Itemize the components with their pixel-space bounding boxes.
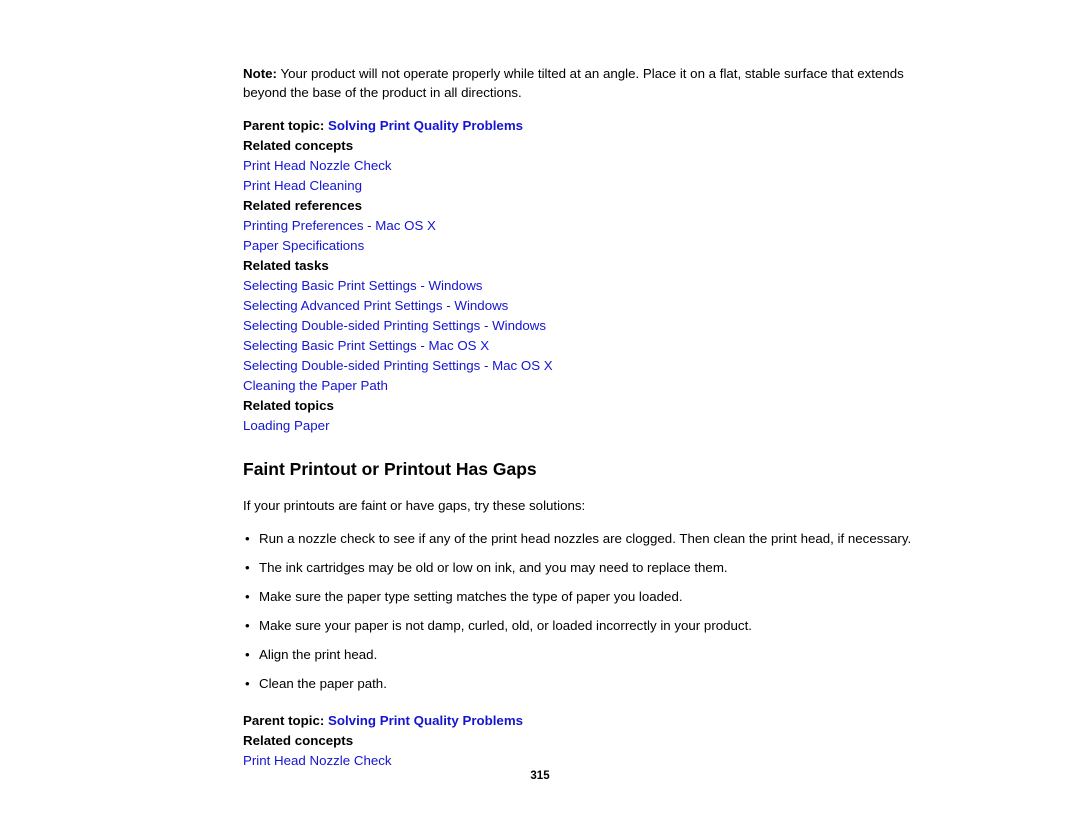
parent-topic-label: Parent topic: [243, 713, 325, 728]
link-cleaning-the-paper-path[interactable]: Cleaning the Paper Path [243, 376, 933, 396]
parent-topic-2: Parent topic: Solving Print Quality Prob… [243, 711, 933, 731]
link-print-head-cleaning[interactable]: Print Head Cleaning [243, 176, 933, 196]
link-printing-preferences-mac-os-x[interactable]: Printing Preferences - Mac OS X [243, 216, 933, 236]
link-selecting-double-sided-printing-settings-windows[interactable]: Selecting Double-sided Printing Settings… [243, 316, 933, 336]
list-item: Run a nozzle check to see if any of the … [243, 529, 933, 548]
solutions-list: Run a nozzle check to see if any of the … [243, 529, 933, 693]
link-selecting-double-sided-printing-settings-mac-os-x[interactable]: Selecting Double-sided Printing Settings… [243, 356, 933, 376]
document-page: Note: Your product will not operate prop… [0, 0, 1080, 834]
list-item: Make sure your paper is not damp, curled… [243, 616, 933, 635]
note-paragraph: Note: Your product will not operate prop… [243, 64, 933, 102]
related-concepts-heading-1: Related concepts [243, 138, 354, 153]
link-print-head-nozzle-check[interactable]: Print Head Nozzle Check [243, 751, 933, 771]
list-item: Make sure the paper type setting matches… [243, 587, 933, 606]
parent-topic-link-solving-print-quality-problems[interactable]: Solving Print Quality Problems [328, 118, 523, 133]
parent-topic-1: Parent topic: Solving Print Quality Prob… [243, 116, 933, 136]
related-topics-heading: Related topics [243, 398, 334, 413]
related-concepts-heading-2: Related concepts [243, 733, 354, 748]
page-content: Note: Your product will not operate prop… [243, 64, 933, 771]
list-item: Clean the paper path. [243, 674, 933, 693]
section-heading-faint-printout: Faint Printout or Printout Has Gaps [243, 459, 537, 479]
link-selecting-advanced-print-settings-windows[interactable]: Selecting Advanced Print Settings - Wind… [243, 296, 933, 316]
parent-topic-label: Parent topic: [243, 118, 325, 133]
related-references-heading: Related references [243, 198, 362, 213]
list-item: The ink cartridges may be old or low on … [243, 558, 933, 577]
link-paper-specifications[interactable]: Paper Specifications [243, 236, 933, 256]
section-intro-paragraph: If your printouts are faint or have gaps… [243, 498, 586, 513]
page-number: 315 [530, 770, 550, 782]
link-selecting-basic-print-settings-windows[interactable]: Selecting Basic Print Settings - Windows [243, 276, 933, 296]
note-label: Note: [243, 66, 277, 81]
link-print-head-nozzle-check[interactable]: Print Head Nozzle Check [243, 156, 933, 176]
list-item: Align the print head. [243, 645, 933, 664]
parent-topic-link-solving-print-quality-problems[interactable]: Solving Print Quality Problems [328, 713, 523, 728]
related-tasks-heading: Related tasks [243, 258, 329, 273]
link-loading-paper[interactable]: Loading Paper [243, 416, 933, 436]
link-selecting-basic-print-settings-mac-os-x[interactable]: Selecting Basic Print Settings - Mac OS … [243, 336, 933, 356]
note-text: Your product will not operate properly w… [243, 66, 904, 100]
